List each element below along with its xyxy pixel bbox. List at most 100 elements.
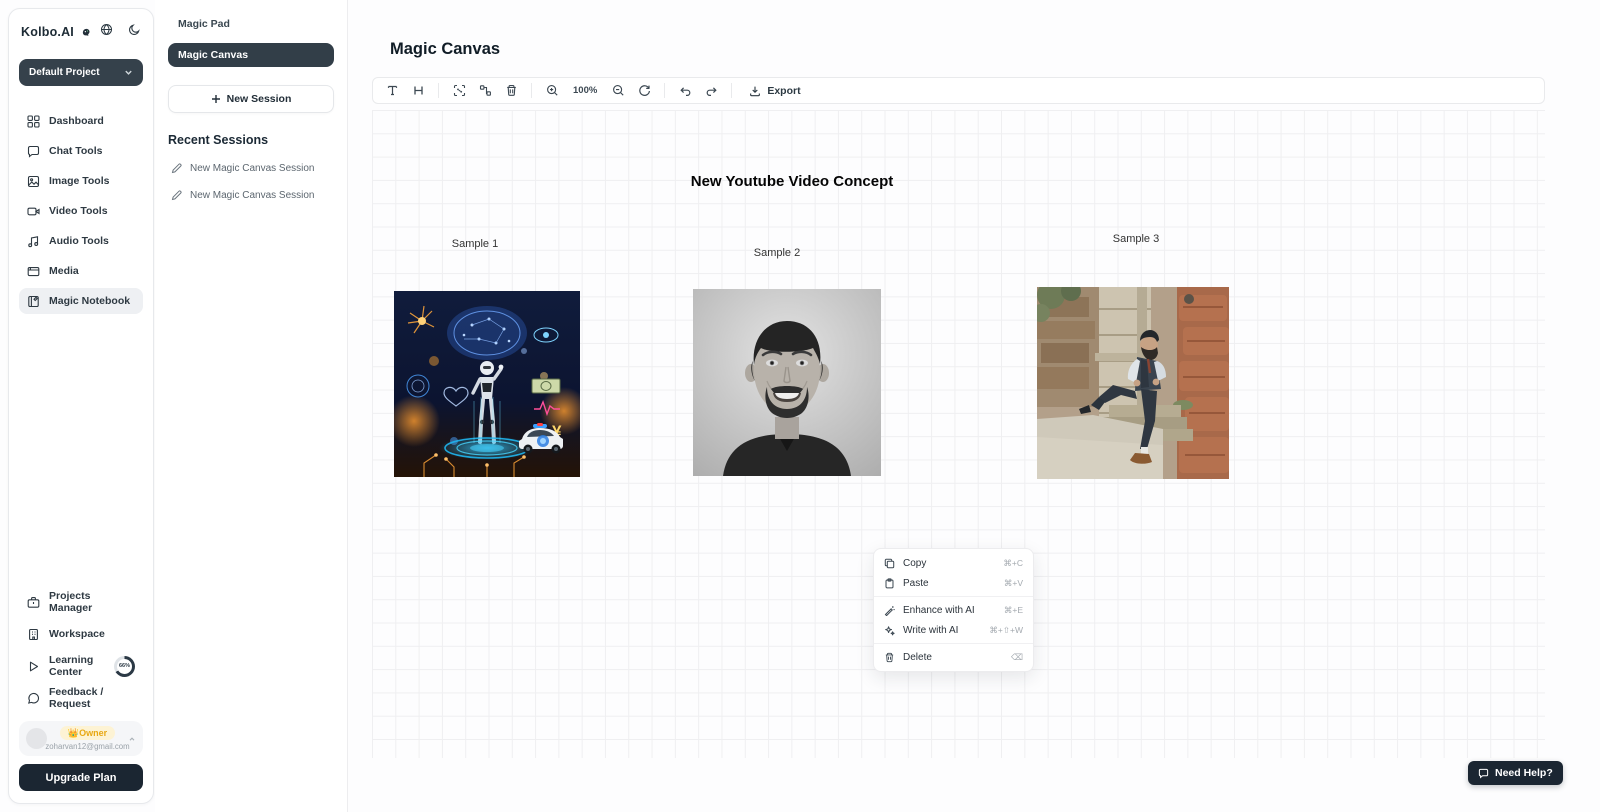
download-icon [749,85,761,97]
context-menu-item-delete[interactable]: Delete ⌫ [874,647,1033,667]
role-badge: 👑Owner [60,726,115,740]
toolbar-divider [664,83,665,98]
ai-select-button[interactable] [448,80,470,101]
sidebar-item-label: Workspace [49,628,105,640]
help-chat-icon [1478,768,1489,779]
chevron-up-icon [128,735,136,743]
toolbar-divider [438,83,439,98]
media-folder-icon [27,265,40,278]
zoom-in-button[interactable] [541,80,563,101]
sample-label-1[interactable]: Sample 1 [452,238,498,250]
sidebar-item-label: Dashboard [49,115,104,127]
sidebar-item-chat-tools[interactable]: Chat Tools [19,138,143,164]
context-menu: Copy ⌘+C Paste ⌘+V Enhance with AI ⌘+E W… [873,548,1034,672]
panel-item-magic-pad[interactable]: Magic Pad [168,14,334,34]
avatar [26,728,47,749]
building-icon [27,628,40,641]
session-item[interactable]: New Magic Canvas Session [168,190,334,201]
sidebar-footer-nav: Projects Manager Workspace Learning Cent… [19,589,143,711]
pencil-icon [171,163,182,174]
context-menu-label: Enhance with AI [903,605,996,616]
context-menu-label: Delete [903,652,1003,663]
sidebar-nav: Dashboard Chat Tools Image Tools Video T… [19,108,143,314]
delete-tool-button[interactable] [500,80,522,101]
project-selector[interactable]: Default Project [19,59,143,86]
zoom-out-button[interactable] [607,80,629,101]
export-button[interactable]: Export [741,80,808,101]
session-item-label: New Magic Canvas Session [190,163,315,174]
sidebar-item-audio-tools[interactable]: Audio Tools [19,228,143,254]
context-menu-item-enhance-with-ai[interactable]: Enhance with AI ⌘+E [874,600,1033,620]
sidebar-item-projects-manager[interactable]: Projects Manager [19,589,143,615]
briefcase-icon [27,596,40,609]
heading-tool-button[interactable] [407,80,429,101]
chevron-down-icon [124,68,133,77]
play-icon [27,660,40,673]
sample-label-2[interactable]: Sample 2 [754,247,800,259]
upgrade-plan-button[interactable]: Upgrade Plan [19,764,143,791]
sidebar-item-media[interactable]: Media [19,258,143,284]
sidebar-item-learning-center[interactable]: Learning Center 66% [19,653,143,679]
user-account-card[interactable]: 👑Owner zoharvan12@gmail.com [19,721,143,756]
sidebar-item-dashboard[interactable]: Dashboard [19,108,143,134]
app-sidebar: Kolbo.AI Default Project Dashboard Chat … [8,8,154,804]
chat-bubble-icon [27,145,40,158]
video-camera-icon [27,205,40,218]
sample-image-portrait[interactable] [693,289,881,476]
sidebar-item-label: Magic Notebook [49,295,130,307]
sample-image-man-on-ruins[interactable] [1037,287,1229,479]
sample-label-3[interactable]: Sample 3 [1113,233,1159,245]
session-item[interactable]: New Magic Canvas Session [168,163,334,174]
sidebar-item-workspace[interactable]: Workspace [19,621,143,647]
rotate-reset-icon [638,84,651,97]
dashboard-icon [27,115,40,128]
context-menu-item-paste[interactable]: Paste ⌘+V [874,573,1033,593]
toolbar-divider [531,83,532,98]
undo-icon [679,84,692,97]
dark-mode-moon-icon[interactable] [128,23,141,41]
notebook-pencil-icon [27,295,40,308]
plus-icon [211,94,221,104]
page-title: Magic Canvas [390,40,500,59]
new-session-button[interactable]: New Session [168,85,334,113]
image-icon [27,175,40,188]
recent-sessions-heading: Recent Sessions [168,133,334,147]
context-menu-divider [874,596,1033,597]
trash-icon [884,652,895,663]
sample-image-ai-robot[interactable]: ¥ [394,291,580,477]
text-tool-button[interactable] [381,80,403,101]
language-globe-icon[interactable] [100,23,113,41]
zoom-out-icon [612,84,625,97]
context-menu-item-write-with-ai[interactable]: Write with AI ⌘+⇧+W [874,620,1033,640]
reset-view-button[interactable] [633,80,655,101]
upgrade-plan-label: Upgrade Plan [46,772,117,784]
redo-icon [705,84,718,97]
sidebar-item-feedback-request[interactable]: Feedback / Request [19,685,143,711]
connector-tool-button[interactable] [474,80,496,101]
brand-head-icon [81,24,91,40]
panel-item-magic-canvas[interactable]: Magic Canvas [168,43,334,67]
project-selector-label: Default Project [29,67,100,78]
ai-select-icon [453,84,466,97]
text-tool-icon [386,84,399,97]
sidebar-item-image-tools[interactable]: Image Tools [19,168,143,194]
sidebar-item-label: Audio Tools [49,235,109,247]
context-menu-divider [874,643,1033,644]
need-help-button[interactable]: Need Help? [1468,761,1563,785]
trash-icon [505,84,518,97]
sidebar-item-label: Video Tools [49,205,108,217]
canvas-toolbar: 100% Export [372,77,1545,104]
undo-button[interactable] [674,80,696,101]
context-menu-shortcut: ⌘+V [1004,578,1023,589]
sidebar-item-label: Projects Manager [49,590,135,614]
canvas-heading[interactable]: New Youtube Video Concept [691,173,894,190]
sidebar-item-label: Chat Tools [49,145,102,157]
context-menu-shortcut: ⌘+C [1003,558,1023,569]
sidebar-item-label: Feedback / Request [49,686,135,710]
context-menu-item-copy[interactable]: Copy ⌘+C [874,553,1033,573]
sidebar-item-video-tools[interactable]: Video Tools [19,198,143,224]
learning-progress-value: 66% [117,659,132,674]
context-menu-label: Write with AI [903,625,981,636]
redo-button[interactable] [700,80,722,101]
sidebar-item-magic-notebook[interactable]: Magic Notebook [19,288,143,314]
